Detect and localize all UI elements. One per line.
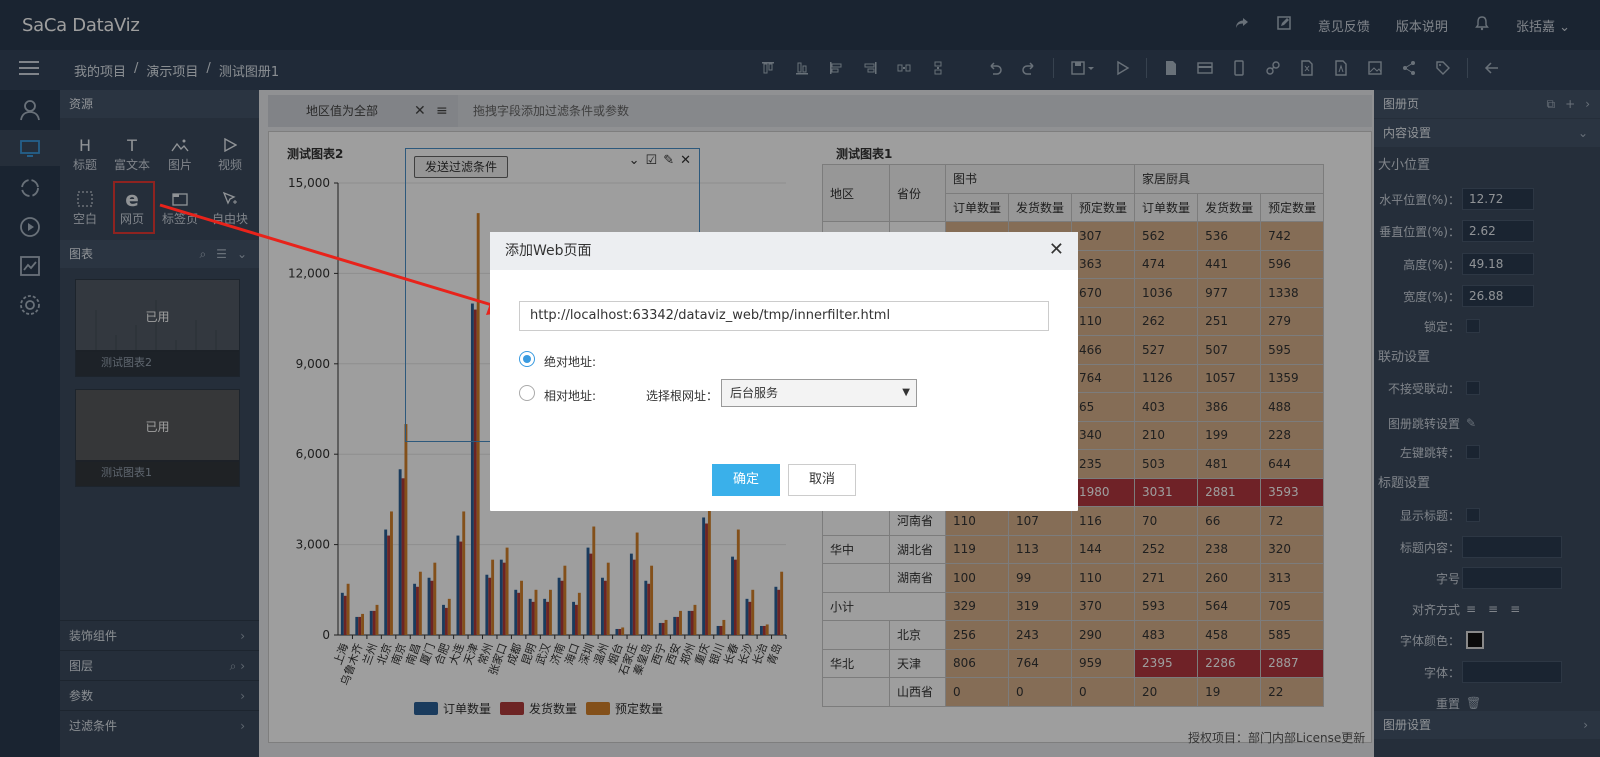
root-url-label: 选择根网址： — [646, 389, 719, 403]
add-webpage-dialog: 添加Web页面 ✕ http://localhost:63342/dataviz… — [490, 232, 1078, 511]
close-icon[interactable]: ✕ — [1049, 241, 1064, 259]
dialog-title: 添加Web页面 — [490, 232, 1078, 270]
confirm-button[interactable]: 确定 — [712, 464, 780, 496]
cancel-button[interactable]: 取消 — [788, 464, 856, 496]
relative-radio[interactable] — [519, 385, 535, 401]
chevron-down-icon: ▼ — [902, 387, 910, 398]
relative-label: 相对地址: — [544, 389, 597, 403]
url-input[interactable]: http://localhost:63342/dataviz_web/tmp/i… — [519, 301, 1049, 331]
root-url-value: 后台服务 — [730, 386, 779, 400]
absolute-radio[interactable] — [519, 351, 535, 367]
absolute-label: 绝对地址: — [544, 355, 597, 369]
root-url-select[interactable]: 后台服务 ▼ — [721, 379, 917, 407]
app-root: SaCa DataViz 意见反馈 版本说明 张括嘉 ⌄ 我的项目 / 演示项目 /… — [0, 0, 1600, 757]
